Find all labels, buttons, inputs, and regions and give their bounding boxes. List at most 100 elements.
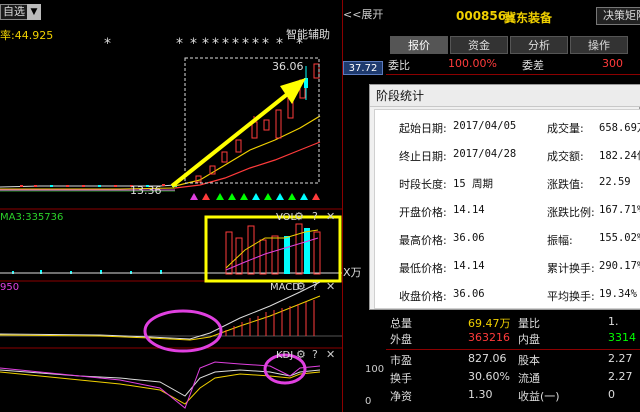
stage-statistics-popup[interactable]: 阶段统计 起始日期: 2017/04/05 成交量: 658.69万 终止日期:…	[369, 84, 640, 310]
tab-funds[interactable]: 资金	[450, 36, 508, 54]
kdj-tick-100: 100	[365, 364, 385, 375]
stat-label: 终止日期:	[399, 150, 447, 163]
quote-label: 换手	[390, 372, 412, 385]
stat-value: 155.02%	[599, 232, 640, 244]
macd-circle	[143, 309, 223, 353]
quote-value: 1.	[608, 315, 619, 328]
stat-label: 时段长度:	[399, 178, 447, 191]
quote-label: 市盈	[390, 354, 412, 367]
quote-row: 外盘 363216 内盘 3314	[386, 331, 640, 349]
quote-value: 69.47万	[468, 317, 511, 330]
stat-label: 开盘价格:	[399, 206, 447, 219]
stock-code: 000856	[456, 9, 507, 23]
trend-arrow	[170, 78, 306, 188]
macd-value: 950	[0, 282, 19, 293]
weibi-label: 委比	[388, 59, 410, 72]
stat-row: 起始日期: 2017/04/05 成交量: 658.69万	[375, 120, 640, 136]
quote-label: 总量	[390, 317, 412, 330]
stat-label: 平均换手:	[547, 290, 595, 303]
quote-value: 827.06	[468, 352, 507, 365]
stat-label: 最低价格:	[399, 262, 447, 275]
kdj-tick-0: 0	[365, 396, 372, 407]
high-price-label: 36.06	[272, 60, 304, 73]
stat-value: 36.06	[453, 232, 485, 244]
quote-value: 1.30	[468, 388, 493, 401]
period-select[interactable]: 自选	[0, 4, 28, 20]
stat-label: 涨跌值:	[547, 178, 584, 191]
stat-value: 19.34%	[599, 288, 637, 300]
stat-row: 最低价格: 14.14 累计换手: 290.17%	[375, 260, 640, 276]
stat-label: 成交额:	[547, 150, 584, 163]
stat-label: 起始日期:	[399, 122, 447, 135]
kdj-close-icon[interactable]: ✕	[326, 348, 335, 361]
weicha-value: 300	[602, 57, 623, 70]
quote-label: 股本	[518, 354, 540, 367]
stat-row: 终止日期: 2017/04/28 成交额: 182.24亿	[375, 148, 640, 164]
quote-row: 净资 1.30 收益(一) 0	[386, 388, 640, 406]
vol-ma-label: MA3:335736	[0, 212, 63, 223]
popup-title[interactable]: 阶段统计	[370, 85, 640, 107]
tab-operation[interactable]: 操作	[570, 36, 628, 54]
macd-help-icon[interactable]: ?	[312, 280, 318, 293]
stat-value: 14.14	[453, 260, 485, 272]
stat-value: 2017/04/28	[453, 148, 517, 160]
macd-close-icon[interactable]: ✕	[326, 280, 335, 293]
stat-value: 167.71%	[599, 204, 640, 216]
kdj-j	[0, 361, 321, 409]
popup-body: 起始日期: 2017/04/05 成交量: 658.69万 终止日期: 2017…	[374, 109, 640, 309]
quote-label: 流通	[518, 372, 540, 385]
kline-chart[interactable]: MA3:335736 VOL 950 MACD KDJ ⚙ ? ✕ ⚙ ? ✕ …	[0, 0, 342, 412]
weibi-value: 100.00%	[448, 57, 497, 70]
vol-gear-icon[interactable]: ⚙	[294, 210, 304, 223]
period-dropdown-icon[interactable]: ▼	[27, 4, 41, 20]
signal-stars: * * * * * * * * * * * *	[104, 36, 303, 52]
quote-row: 市盈 827.06 股本 2.27	[386, 352, 640, 370]
macd-dea	[0, 295, 321, 341]
stat-label: 累计换手:	[547, 262, 595, 275]
stat-label: 成交量:	[547, 122, 584, 135]
quote-label: 收益(一)	[518, 390, 560, 403]
stat-value: 658.69万	[599, 122, 640, 134]
quote-label: 内盘	[518, 333, 540, 346]
stat-label: 最高价格:	[399, 234, 447, 247]
quote-header: 000856 冀东装备 决策矩阵	[386, 6, 640, 28]
stat-value: 22.59	[599, 176, 631, 188]
vol-help-icon[interactable]: ?	[312, 210, 318, 223]
stat-label: 振幅:	[547, 234, 573, 247]
stat-value: 14.14	[453, 204, 485, 216]
stat-row: 开盘价格: 14.14 涨跌比例: 167.71%	[375, 204, 640, 220]
stat-value: 290.17%	[599, 260, 640, 272]
kdj-gear-icon[interactable]: ⚙	[296, 348, 306, 361]
order-ratio-row: 委比 100.00% 委差 300	[386, 57, 640, 73]
stat-row: 最高价格: 36.06 振幅: 155.02%	[375, 232, 640, 248]
stat-value: 2017/04/05	[453, 120, 517, 132]
kdj-k	[0, 369, 321, 397]
decision-matrix-button[interactable]: 决策矩阵	[596, 7, 640, 25]
vol-close-icon[interactable]: ✕	[326, 210, 335, 223]
macd-gear-icon[interactable]: ⚙	[296, 280, 306, 293]
tab-quote[interactable]: 报价	[390, 36, 448, 54]
stat-row: 收盘价格: 36.06 平均换手: 19.34%	[375, 288, 640, 304]
stat-label: 涨跌比例:	[547, 206, 595, 219]
stat-value: 36.06	[453, 288, 485, 300]
current-price-tag: 37.72	[343, 61, 383, 75]
quote-label: 外盘	[390, 333, 412, 346]
quote-value: 2.27	[608, 370, 633, 383]
quote-value: 3314	[608, 331, 636, 344]
quote-value: 30.60%	[468, 370, 510, 383]
quote-value: 2.27	[608, 352, 633, 365]
stat-value: 15 周期	[453, 178, 493, 190]
quote-divider	[386, 349, 640, 350]
expand-button[interactable]: <<展开	[343, 6, 383, 22]
kdj-help-icon[interactable]: ?	[312, 348, 318, 361]
stat-value: 182.24亿	[599, 150, 640, 162]
weicha-label: 委差	[522, 59, 544, 72]
tab-analysis[interactable]: 分析	[510, 36, 568, 54]
quote-value: 0	[608, 388, 615, 401]
quote-label: 净资	[390, 390, 412, 403]
low-price-label: 13.36	[130, 184, 162, 197]
kdj-label: KDJ	[276, 350, 293, 361]
quote-divider	[386, 74, 640, 75]
quote-label: 量比	[518, 317, 540, 330]
chart-area[interactable]: MA3:335736 VOL 950 MACD KDJ ⚙ ? ✕ ⚙ ? ✕ …	[0, 0, 342, 412]
